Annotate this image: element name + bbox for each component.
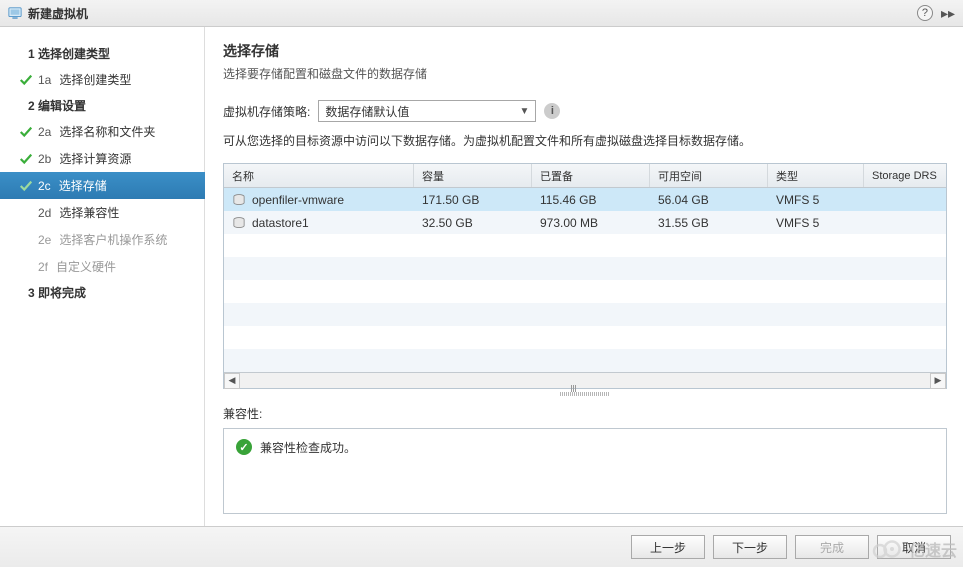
window-title: 新建虚拟机 — [28, 5, 88, 22]
table-row-empty — [224, 326, 946, 349]
wizard-sidebar: 1 选择创建类型 1a 选择创建类型 2 编辑设置 2a 选择名称和文件夹 2b 选择… — [0, 27, 205, 526]
compat-box: ✓ 兼容性检查成功。 — [223, 428, 947, 514]
policy-select[interactable]: 数据存储默认值 ▼ — [318, 100, 536, 122]
cell-type: VMFS 5 — [768, 213, 864, 233]
item-num: 2f — [38, 260, 48, 274]
vm-icon — [8, 6, 22, 20]
content-pane: 选择存储 选择要存储配置和磁盘文件的数据存储 虚拟机存储策略: 数据存储默认值 … — [205, 27, 963, 526]
scroll-right-icon[interactable]: ▶ — [930, 373, 946, 389]
item-num: 2d — [38, 206, 51, 220]
compat-label: 兼容性: — [223, 405, 947, 422]
policy-row: 虚拟机存储策略: 数据存储默认值 ▼ i — [223, 100, 947, 122]
check-icon — [14, 152, 38, 166]
sidebar-item-create-type[interactable]: 1a 选择创建类型 — [14, 66, 204, 93]
datastore-icon — [232, 194, 246, 206]
group-num: 2 — [28, 99, 35, 113]
horizontal-scrollbar[interactable]: ◀ ▶ — [224, 372, 946, 388]
info-icon[interactable]: i — [544, 103, 560, 119]
help-icon[interactable]: ? — [917, 5, 933, 21]
group-label: 即将完成 — [38, 286, 86, 300]
titlebar-right: ? ▸▸ — [917, 5, 955, 22]
item-num: 1a — [38, 73, 51, 87]
compat-message: 兼容性检查成功。 — [260, 439, 356, 456]
table-row-empty — [224, 303, 946, 326]
item-label: 自定义硬件 — [56, 258, 116, 275]
item-label: 选择名称和文件夹 — [59, 123, 155, 140]
sidebar-item-name-folder[interactable]: 2a 选择名称和文件夹 — [14, 118, 204, 145]
group-num: 3 — [28, 286, 35, 300]
item-label: 选择存储 — [59, 177, 107, 194]
item-num: 2e — [38, 233, 51, 247]
policy-label: 虚拟机存储策略: — [223, 103, 310, 120]
sidebar-group-1: 1 选择创建类型 — [14, 41, 204, 66]
cell-provisioned: 973.00 MB — [532, 213, 650, 233]
check-icon — [14, 73, 38, 87]
wizard-footer: 上一步 下一步 完成 取消 — [0, 526, 963, 567]
th-drs[interactable]: Storage DRS — [864, 164, 946, 187]
cell-capacity: 32.50 GB — [414, 213, 532, 233]
th-type[interactable]: 类型 — [768, 164, 864, 187]
check-icon — [14, 125, 38, 139]
main: 1 选择创建类型 1a 选择创建类型 2 编辑设置 2a 选择名称和文件夹 2b 选择… — [0, 27, 963, 526]
table-row-empty — [224, 349, 946, 372]
check-icon — [14, 179, 38, 193]
next-button[interactable]: 下一步 — [713, 535, 787, 559]
sidebar-group-2: 2 编辑设置 — [14, 93, 204, 118]
cell-drs — [864, 220, 946, 226]
sidebar-group-3: 3 即将完成 — [14, 280, 204, 305]
sidebar-item-compute[interactable]: 2b 选择计算资源 — [14, 145, 204, 172]
sidebar-item-storage[interactable]: 2c 选择存储 — [0, 172, 205, 199]
table-row-empty — [224, 280, 946, 303]
th-free[interactable]: 可用空间 — [650, 164, 768, 187]
th-capacity[interactable]: 容量 — [414, 164, 532, 187]
item-num: 2a — [38, 125, 51, 139]
page-title: 选择存储 — [223, 41, 947, 61]
instructions: 可从您选择的目标资源中访问以下数据存储。为虚拟机配置文件和所有虚拟磁盘选择目标数… — [223, 132, 947, 149]
splitter-handle[interactable] — [223, 389, 947, 399]
page-subtitle: 选择要存储配置和磁盘文件的数据存储 — [223, 65, 947, 82]
table-header: 名称 容量 已置备 可用空间 类型 Storage DRS — [224, 164, 946, 188]
cell-free: 31.55 GB — [650, 213, 768, 233]
cell-name: datastore1 — [252, 216, 309, 230]
item-label: 选择兼容性 — [59, 204, 119, 221]
back-button[interactable]: 上一步 — [631, 535, 705, 559]
datastore-table: 名称 容量 已置备 可用空间 类型 Storage DRS openfiler-… — [223, 163, 947, 389]
watermark-icon — [871, 539, 905, 559]
cell-type: VMFS 5 — [768, 190, 864, 210]
th-name[interactable]: 名称 — [224, 164, 414, 187]
cell-drs — [864, 197, 946, 203]
chevron-down-icon: ▼ — [519, 106, 529, 117]
item-num: 2b — [38, 152, 51, 166]
item-num: 2c — [38, 179, 51, 193]
table-row-empty — [224, 234, 946, 257]
item-label: 选择客户机操作系统 — [59, 231, 167, 248]
table-row[interactable]: openfiler-vmware 171.50 GB 115.46 GB 56.… — [224, 188, 946, 211]
table-row[interactable]: datastore1 32.50 GB 973.00 MB 31.55 GB V… — [224, 211, 946, 234]
cell-provisioned: 115.46 GB — [532, 190, 650, 210]
watermark-text: 亿速云 — [909, 537, 957, 561]
sidebar-item-customize: 2f 自定义硬件 — [14, 253, 204, 280]
cell-name: openfiler-vmware — [252, 193, 344, 207]
th-provisioned[interactable]: 已置备 — [532, 164, 650, 187]
policy-value: 数据存储默认值 — [325, 103, 409, 120]
cell-free: 56.04 GB — [650, 190, 768, 210]
item-label: 选择创建类型 — [59, 71, 131, 88]
success-icon: ✓ — [236, 439, 252, 455]
scroll-left-icon[interactable]: ◀ — [224, 373, 240, 389]
cell-capacity: 171.50 GB — [414, 190, 532, 210]
item-label: 选择计算资源 — [59, 150, 131, 167]
watermark: 亿速云 — [871, 537, 957, 561]
titlebar: 新建虚拟机 ? ▸▸ — [0, 0, 963, 27]
titlebar-left: 新建虚拟机 — [8, 5, 88, 22]
group-num: 1 — [28, 47, 35, 61]
finish-button: 完成 — [795, 535, 869, 559]
table-row-empty — [224, 257, 946, 280]
group-label: 选择创建类型 — [38, 47, 110, 61]
group-label: 编辑设置 — [38, 99, 86, 113]
datastore-icon — [232, 217, 246, 229]
collapse-icon[interactable]: ▸▸ — [941, 5, 955, 22]
sidebar-item-compat[interactable]: 2d 选择兼容性 — [14, 199, 204, 226]
table-body: openfiler-vmware 171.50 GB 115.46 GB 56.… — [224, 188, 946, 372]
sidebar-item-guestos: 2e 选择客户机操作系统 — [14, 226, 204, 253]
